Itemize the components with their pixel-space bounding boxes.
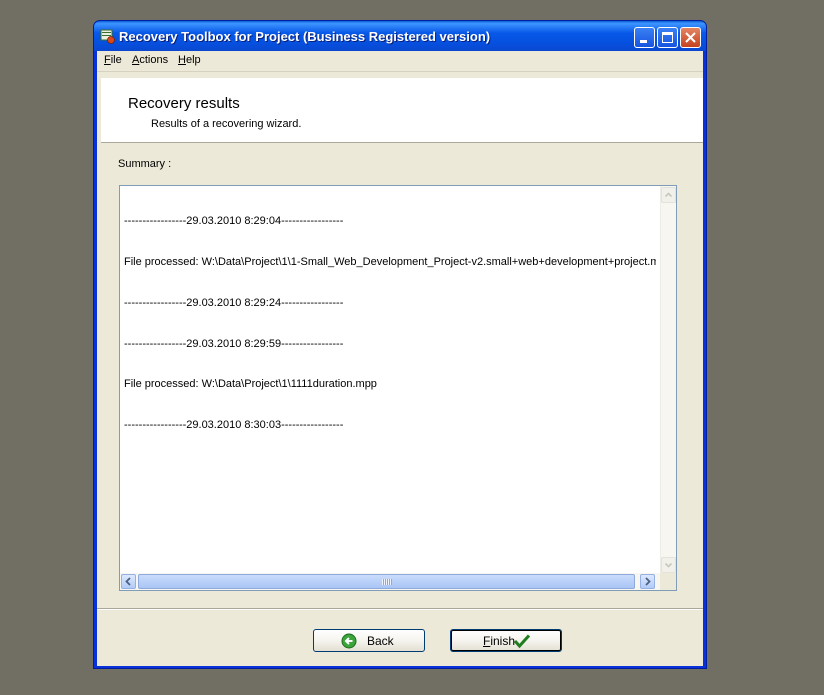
scroll-right-button[interactable] [640,574,655,589]
menu-actions[interactable]: Actions [132,54,168,66]
app-icon [100,29,115,44]
footer-separator [97,608,703,610]
title-bar[interactable]: Recovery Toolbox for Project (Business R… [94,21,706,51]
summary-line: File processed: W:\Data\Project\1\1111du… [124,378,377,391]
summary-textbox[interactable]: -----------------29.03.2010 8:29:04-----… [119,185,677,591]
summary-line: File processed: W:\Data\Project\1\1-Smal… [124,255,656,268]
wizard-header: Recovery results Results of a recovering… [101,78,703,143]
maximize-button[interactable] [657,27,678,48]
menu-help[interactable]: Help [178,54,201,66]
vertical-scrollbar[interactable] [660,186,676,574]
scroll-thumb[interactable] [138,574,635,589]
app-window: Recovery Toolbox for Project (Business R… [93,20,707,669]
back-button[interactable]: Back [313,629,425,652]
finish-button[interactable]: Finish [450,629,562,652]
minimize-button[interactable] [634,27,655,48]
chevron-right-icon [645,577,651,586]
scrollbar-corner [660,573,676,590]
finish-button-label: Finish [483,634,516,648]
chevron-down-icon [664,562,673,568]
window-client: File Actions Help Recovery results Resul… [97,51,703,666]
summary-text: -----------------29.03.2010 8:29:04-----… [124,188,656,572]
summary-line: -----------------29.03.2010 8:29:04-----… [124,215,344,228]
close-button[interactable] [680,27,701,48]
back-button-label: Back [367,634,394,648]
grip-icon [382,579,392,585]
scroll-left-button[interactable] [121,574,136,589]
window-title: Recovery Toolbox for Project (Business R… [119,29,491,44]
horizontal-scrollbar[interactable] [120,573,660,590]
back-arrow-icon [341,633,357,649]
scroll-up-button[interactable] [661,187,676,203]
chevron-up-icon [664,192,673,198]
chevron-left-icon [125,577,131,586]
menu-bar: File Actions Help [97,51,703,72]
summary-line: -----------------29.03.2010 8:29:24-----… [124,296,344,309]
summary-label: Summary : [118,158,172,170]
page-subtitle: Results of a recovering wizard. [151,118,302,130]
menu-file[interactable]: File [104,54,122,66]
page-title: Recovery results [128,95,240,112]
minimize-icon [640,40,647,43]
summary-line: -----------------29.03.2010 8:30:03-----… [124,419,344,432]
scroll-down-button[interactable] [661,557,676,573]
summary-line: -----------------29.03.2010 8:29:59-----… [124,337,344,350]
maximize-icon [662,32,673,43]
checkmark-icon [513,634,531,649]
close-icon [685,32,696,43]
